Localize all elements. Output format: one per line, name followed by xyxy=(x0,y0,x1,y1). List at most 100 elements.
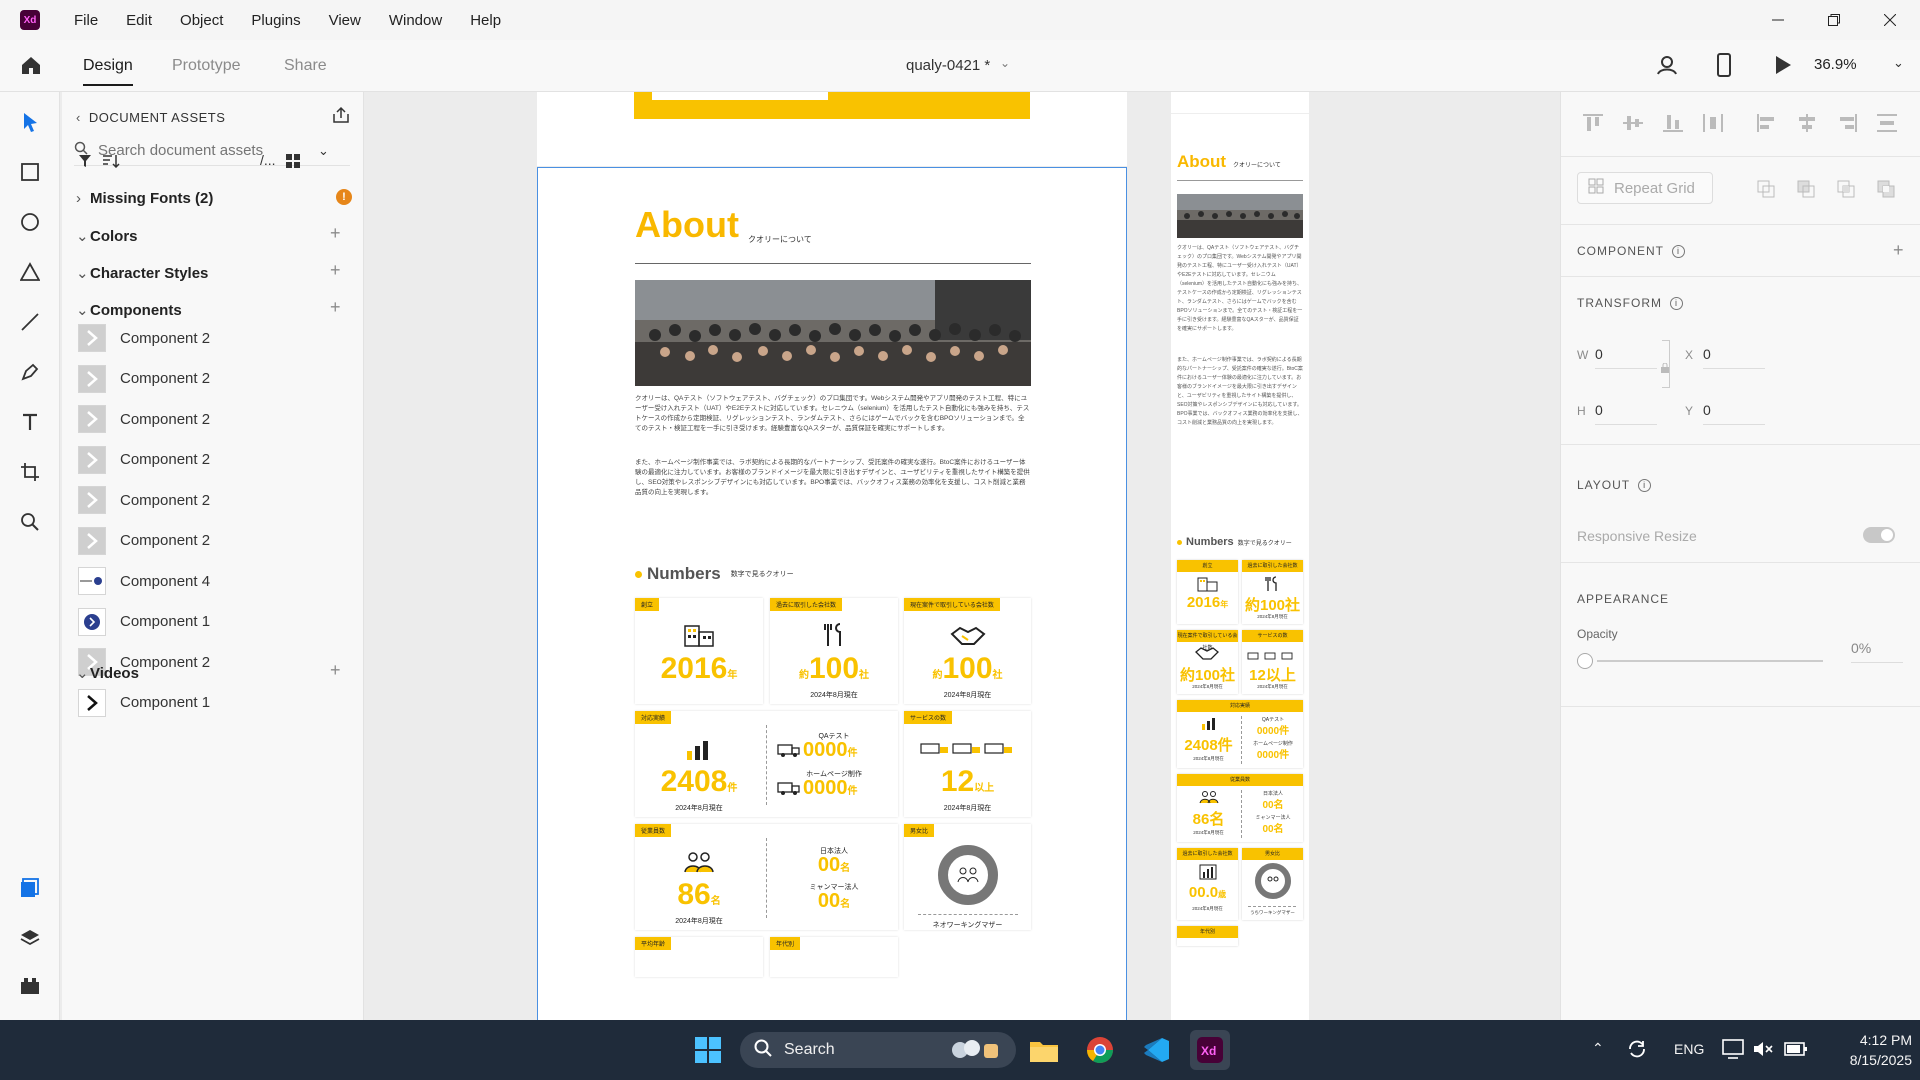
taskbar-search-box[interactable]: Search xyxy=(740,1032,1016,1068)
layers-icon[interactable] xyxy=(16,924,44,952)
lock-icon[interactable] xyxy=(1660,360,1670,378)
select-tool-icon[interactable] xyxy=(16,108,44,136)
minimize-button[interactable] xyxy=(1750,0,1806,40)
menu-view[interactable]: View xyxy=(329,12,361,29)
component-item[interactable]: Component 2 xyxy=(78,364,210,393)
mobile-card-founded[interactable]: 創立 2016年 xyxy=(1177,560,1238,624)
mobile-card-services[interactable]: サービスの数 12以上 2024年8月現在 xyxy=(1242,630,1303,694)
list-view-toggle[interactable]: /... xyxy=(260,152,276,168)
card-age-group[interactable]: 年代別 xyxy=(770,937,898,977)
card-average-age[interactable]: 平均年齢 xyxy=(635,937,763,977)
user-icon[interactable] xyxy=(1656,54,1678,81)
artboard-previous-section[interactable] xyxy=(537,92,1127,166)
card-services[interactable]: サービスの数 12以上 2024年8月現在 xyxy=(904,711,1031,817)
align-center-icon[interactable] xyxy=(1797,114,1817,137)
x-field[interactable]: 0 xyxy=(1703,346,1765,369)
align-top-icon[interactable] xyxy=(1583,114,1603,137)
close-button[interactable] xyxy=(1862,0,1918,40)
component-item[interactable]: Component 1 xyxy=(78,688,210,717)
repeat-grid-button[interactable]: Repeat Grid xyxy=(1577,172,1713,204)
grid-view-icon[interactable] xyxy=(286,154,300,173)
mobile-card-age[interactable]: 年代別 xyxy=(1177,926,1238,946)
components-section[interactable]: ⌄Components xyxy=(76,301,182,319)
document-title[interactable]: qualy-0421 * xyxy=(906,57,990,74)
play-icon[interactable] xyxy=(1774,55,1792,80)
card-employees[interactable]: 従業員数 86名 2024年8月現在 日本法人 00名 ミャンマー法人 00名 xyxy=(635,824,898,930)
menu-file[interactable]: File xyxy=(74,12,98,29)
component-item[interactable]: Component 2 xyxy=(78,445,210,474)
team-photo[interactable] xyxy=(635,280,1031,386)
component-item[interactable]: Component 4 xyxy=(78,567,210,595)
colors-section[interactable]: ⌄Colors xyxy=(76,227,138,245)
artboard-mobile[interactable]: About クオリーについて クオリーは、QAテスト（ソフトウェアテスト、バグチ… xyxy=(1171,92,1309,1020)
height-field[interactable]: 0 xyxy=(1595,402,1657,425)
component-item[interactable]: Component 2 xyxy=(78,405,210,433)
info-icon[interactable]: i xyxy=(1670,296,1683,310)
sync-icon[interactable] xyxy=(1626,1038,1648,1065)
distribute-vertical-icon[interactable] xyxy=(1877,114,1897,137)
align-bottom-icon[interactable] xyxy=(1663,114,1683,137)
add-character-style-icon[interactable]: + xyxy=(330,260,341,281)
yellow-button-shape[interactable] xyxy=(634,92,1030,119)
clock-time[interactable]: 4:12 PM xyxy=(1842,1032,1912,1048)
component-item[interactable]: Component 1 xyxy=(78,607,210,636)
sort-icon[interactable] xyxy=(102,154,120,173)
design-canvas[interactable]: About クオリーについて クオリーは、QAテスト（ソフトウェアテスト、バグチ… xyxy=(365,92,1560,1020)
polygon-tool-icon[interactable] xyxy=(16,258,44,286)
boolean-add-icon[interactable] xyxy=(1757,180,1775,203)
menu-help[interactable]: Help xyxy=(470,12,501,29)
language-indicator[interactable]: ENG xyxy=(1674,1041,1704,1057)
align-middle-icon[interactable] xyxy=(1623,114,1643,137)
filter-icon[interactable] xyxy=(78,154,92,173)
mobile-card-gender[interactable]: 男女比 うちワーキングマザー xyxy=(1242,848,1303,920)
battery-icon[interactable] xyxy=(1784,1039,1808,1064)
file-explorer-icon[interactable] xyxy=(1024,1030,1064,1070)
export-icon[interactable] xyxy=(332,106,350,129)
zoom-level[interactable]: 36.9% xyxy=(1814,56,1857,73)
chevron-left-icon[interactable]: ‹ xyxy=(76,110,81,125)
mobile-card-current-clients[interactable]: 現在案件で取引している会社数 約100社 2024年8月現在 xyxy=(1177,630,1238,694)
mobile-preview-icon[interactable] xyxy=(1717,53,1731,82)
card-current-clients[interactable]: 現在案件で取引している会社数 約100社 2024年8月現在 xyxy=(904,598,1031,704)
opacity-slider-handle[interactable] xyxy=(1577,653,1593,669)
ellipse-tool-icon[interactable] xyxy=(16,208,44,236)
card-founded[interactable]: 創立 2016年 xyxy=(635,598,763,704)
info-icon[interactable]: i xyxy=(1672,244,1685,258)
windows-start-icon[interactable] xyxy=(688,1030,728,1070)
menu-plugins[interactable]: Plugins xyxy=(251,12,300,29)
assets-panel-icon[interactable] xyxy=(16,874,44,902)
opacity-slider-track[interactable] xyxy=(1597,660,1823,662)
pen-tool-icon[interactable] xyxy=(16,358,44,386)
align-right-icon[interactable] xyxy=(1837,114,1857,137)
mobile-card-past-clients-2[interactable]: 過去に取引した会社数 00.0歳 2024年8月現在 xyxy=(1177,848,1238,920)
line-tool-icon[interactable] xyxy=(16,308,44,336)
card-past-clients[interactable]: 過去に取引した会社数 約100社 2024年8月現在 xyxy=(770,598,898,704)
tab-design[interactable]: Design xyxy=(83,57,133,86)
zoom-chevron-icon[interactable]: ⌄ xyxy=(1893,55,1904,71)
missing-fonts-section[interactable]: › Missing Fonts (2) xyxy=(76,190,213,207)
card-results[interactable]: 対応実績 2408件 2024年8月現在 QAテスト 0000件 ホームページ制… xyxy=(635,711,898,817)
component-item[interactable]: Component 2 xyxy=(78,324,210,352)
component-item[interactable]: Component 2 xyxy=(78,486,210,514)
zoom-tool-icon[interactable] xyxy=(16,508,44,536)
chevron-up-icon[interactable]: ⌃ xyxy=(1592,1040,1604,1057)
add-video-icon[interactable]: + xyxy=(330,660,341,681)
menu-edit[interactable]: Edit xyxy=(126,12,152,29)
card-gender-ratio[interactable]: 男女比 ネオワーキングマザー xyxy=(904,824,1031,930)
boolean-exclude-icon[interactable] xyxy=(1877,180,1895,203)
clock-date[interactable]: 8/15/2025 xyxy=(1822,1052,1912,1068)
chrome-icon[interactable] xyxy=(1080,1030,1120,1070)
rectangle-tool-icon[interactable] xyxy=(16,158,44,186)
restore-button[interactable] xyxy=(1806,0,1862,40)
adobe-xd-taskbar-icon[interactable]: Xd xyxy=(1190,1030,1230,1070)
component-item[interactable]: Component 2 xyxy=(78,526,210,555)
mobile-card-past-clients[interactable]: 過去に取引した会社数 約100社 2024年8月現在 xyxy=(1242,560,1303,624)
volume-mute-icon[interactable] xyxy=(1752,1039,1774,1064)
add-component-state-icon[interactable]: + xyxy=(1893,240,1904,261)
vscode-icon[interactable] xyxy=(1136,1030,1176,1070)
y-field[interactable]: 0 xyxy=(1703,402,1765,425)
videos-section[interactable]: ⌄Videos xyxy=(76,664,139,682)
network-icon[interactable] xyxy=(1722,1039,1744,1064)
character-styles-section[interactable]: ⌄Character Styles xyxy=(76,264,208,282)
boolean-intersect-icon[interactable] xyxy=(1837,180,1855,203)
